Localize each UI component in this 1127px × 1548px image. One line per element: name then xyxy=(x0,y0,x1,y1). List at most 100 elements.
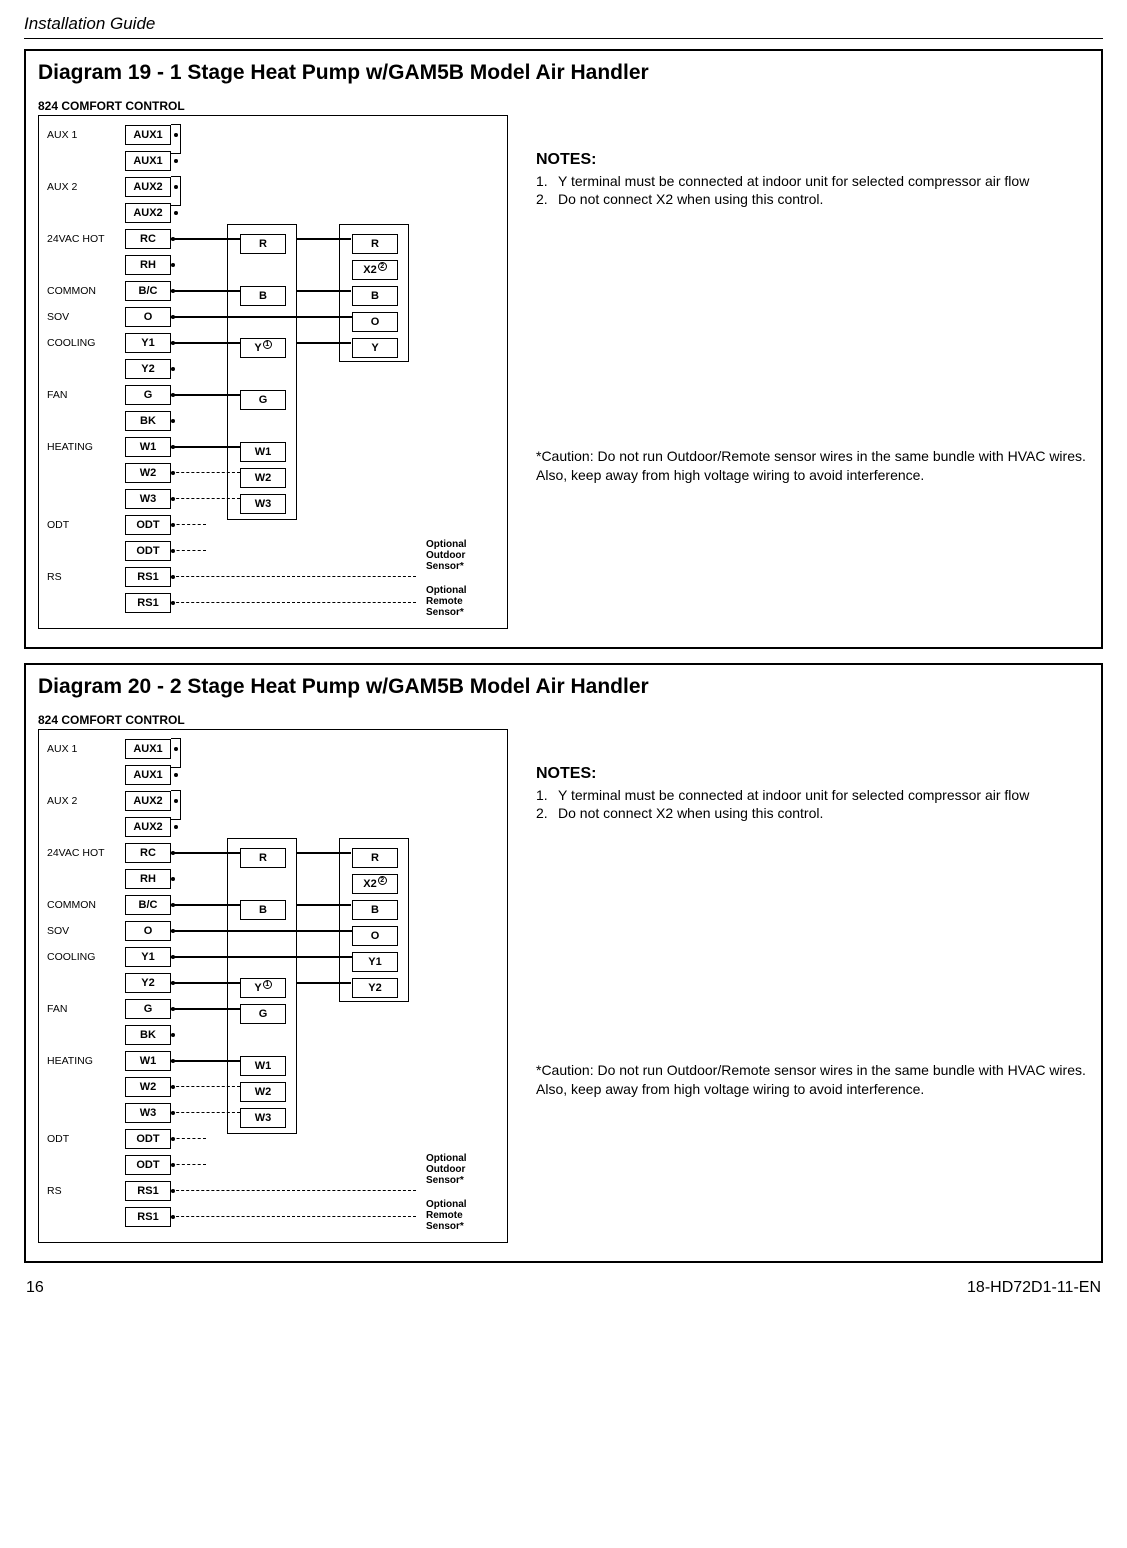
terminal: W1 xyxy=(125,437,171,457)
notes-header: NOTES: xyxy=(536,765,1089,783)
indoor-terminal: B xyxy=(240,900,286,920)
terminal-desc: COMMON xyxy=(47,899,125,911)
indoor-terminal: W1 xyxy=(240,1056,286,1076)
outdoor-sensor-label: Optional Outdoor Sensor* xyxy=(426,539,467,572)
terminal: W3 xyxy=(125,1103,171,1123)
indoor-terminal: W1 xyxy=(240,442,286,462)
terminal: G xyxy=(125,999,171,1019)
terminal: W2 xyxy=(125,463,171,483)
indoor-terminal: B xyxy=(240,286,286,306)
terminal-desc: RS xyxy=(47,1185,125,1197)
terminal-row: AUX2 xyxy=(47,814,499,840)
indoor-terminal: W2 xyxy=(240,468,286,488)
terminal-desc: 24VAC HOT xyxy=(47,233,125,245)
terminal: O xyxy=(125,307,171,327)
terminal: Y1 xyxy=(125,947,171,967)
terminal: Y2 xyxy=(125,359,171,379)
terminal: RS1 xyxy=(125,593,171,613)
notes-header: NOTES: xyxy=(536,151,1089,169)
indoor-terminal: G xyxy=(240,390,286,410)
terminal: B/C xyxy=(125,281,171,301)
caution-text: *Caution: Do not run Outdoor/Remote sens… xyxy=(536,447,1089,485)
terminal-row: AUX1 xyxy=(47,762,499,788)
control-header: 824 COMFORT CONTROL xyxy=(38,99,508,113)
terminal: AUX2 xyxy=(125,203,171,223)
terminal: AUX1 xyxy=(125,765,171,785)
indoor-terminal: G xyxy=(240,1004,286,1024)
terminal: AUX1 xyxy=(125,151,171,171)
terminal: ODT xyxy=(125,541,171,561)
terminal: AUX2 xyxy=(125,177,171,197)
indoor-terminal: W3 xyxy=(240,494,286,514)
terminal-desc: FAN xyxy=(47,1003,125,1015)
outdoor-terminal: O xyxy=(352,926,398,946)
terminal: AUX1 xyxy=(125,125,171,145)
terminal-row: AUX 1AUX1 xyxy=(47,736,499,762)
terminal: RS1 xyxy=(125,1207,171,1227)
terminal: O xyxy=(125,921,171,941)
terminal-desc: COMMON xyxy=(47,285,125,297)
indoor-terminal: Y1 xyxy=(240,978,286,998)
note-item: 2.Do not connect X2 when using this cont… xyxy=(536,805,1089,821)
terminal-desc: AUX 2 xyxy=(47,795,125,807)
terminal: ODT xyxy=(125,515,171,535)
terminal: W2 xyxy=(125,1077,171,1097)
outdoor-unit: RX22BOY1Y2 xyxy=(339,838,409,1002)
terminal: BK xyxy=(125,1025,171,1045)
section-title: Diagram 20 - 2 Stage Heat Pump w/GAM5B M… xyxy=(38,675,1089,699)
outdoor-terminal: X22 xyxy=(352,874,398,894)
diagram-section: Diagram 20 - 2 Stage Heat Pump w/GAM5B M… xyxy=(24,663,1103,1263)
terminal: AUX1 xyxy=(125,739,171,759)
page-number: 16 xyxy=(26,1279,44,1297)
indoor-terminal: R xyxy=(240,848,286,868)
doc-id: 18-HD72D1-11-EN xyxy=(967,1279,1101,1297)
terminal: AUX2 xyxy=(125,817,171,837)
terminal-desc: COOLING xyxy=(47,337,125,349)
terminal: RH xyxy=(125,255,171,275)
terminal-row: AUX1 xyxy=(47,148,499,174)
outdoor-terminal: Y xyxy=(352,338,398,358)
control-header: 824 COMFORT CONTROL xyxy=(38,713,508,727)
outdoor-terminal: R xyxy=(352,848,398,868)
note-item: 1.Y terminal must be connected at indoor… xyxy=(536,787,1089,803)
terminal-desc: HEATING xyxy=(47,1055,125,1067)
terminal: RC xyxy=(125,229,171,249)
indoor-unit: R B Y1 G W1 W2 W3 xyxy=(227,224,297,520)
terminal: G xyxy=(125,385,171,405)
terminal-desc: ODT xyxy=(47,1133,125,1145)
remote-sensor-label: Optional Remote Sensor* xyxy=(426,1199,467,1232)
section-title: Diagram 19 - 1 Stage Heat Pump w/GAM5B M… xyxy=(38,61,1089,85)
terminal-desc: AUX 1 xyxy=(47,129,125,141)
diagram-section: Diagram 19 - 1 Stage Heat Pump w/GAM5B M… xyxy=(24,49,1103,649)
outdoor-terminal: B xyxy=(352,900,398,920)
remote-sensor-label: Optional Remote Sensor* xyxy=(426,585,467,618)
terminal-desc: SOV xyxy=(47,925,125,937)
terminal-desc: COOLING xyxy=(47,951,125,963)
indoor-unit: R B Y1 G W1 W2 W3 xyxy=(227,838,297,1134)
indoor-terminal: R xyxy=(240,234,286,254)
outdoor-sensor-label: Optional Outdoor Sensor* xyxy=(426,1153,467,1186)
terminal-desc: ODT xyxy=(47,519,125,531)
page-header: Installation Guide xyxy=(24,14,1103,39)
outdoor-terminal: X22 xyxy=(352,260,398,280)
terminal-row: AUX2 xyxy=(47,200,499,226)
terminal-desc: 24VAC HOT xyxy=(47,847,125,859)
terminal: W1 xyxy=(125,1051,171,1071)
terminal: RH xyxy=(125,869,171,889)
terminal: RC xyxy=(125,843,171,863)
note-item: 2.Do not connect X2 when using this cont… xyxy=(536,191,1089,207)
outdoor-terminal: O xyxy=(352,312,398,332)
indoor-terminal: W2 xyxy=(240,1082,286,1102)
indoor-terminal: Y1 xyxy=(240,338,286,358)
outdoor-terminal: B xyxy=(352,286,398,306)
terminal: BK xyxy=(125,411,171,431)
terminal-row: AUX 2AUX2 xyxy=(47,788,499,814)
outdoor-terminal: R xyxy=(352,234,398,254)
terminal-desc: RS xyxy=(47,571,125,583)
indoor-terminal: W3 xyxy=(240,1108,286,1128)
terminal: ODT xyxy=(125,1129,171,1149)
terminal-desc: AUX 1 xyxy=(47,743,125,755)
terminal: AUX2 xyxy=(125,791,171,811)
caution-text: *Caution: Do not run Outdoor/Remote sens… xyxy=(536,1061,1089,1099)
terminal: ODT xyxy=(125,1155,171,1175)
